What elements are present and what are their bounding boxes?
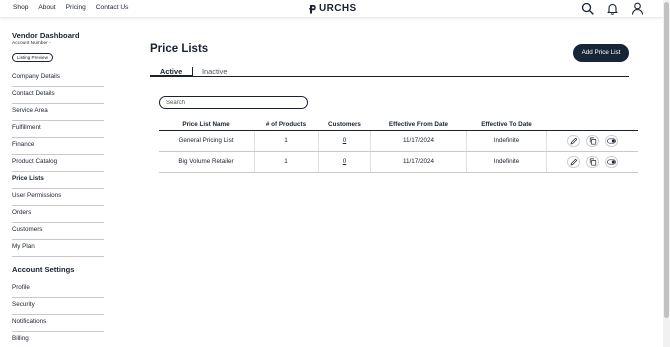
logo-mark-icon (309, 4, 318, 14)
page-title: Price Lists (150, 43, 209, 55)
duplicate-icon[interactable] (586, 156, 599, 168)
sidebar-item-service-area[interactable]: Service Area (12, 104, 104, 121)
search-icon[interactable] (581, 2, 594, 15)
user-icon[interactable] (631, 2, 644, 15)
active-tab-indicator (150, 75, 192, 77)
sidebar-menu: Company Details Contact Details Service … (12, 70, 104, 257)
logo-text: URCHS (319, 3, 357, 14)
scrollbar-thumb[interactable] (664, 2, 669, 318)
cell-effective-to: Indefinite (493, 137, 520, 144)
column-header-customers: Customers (328, 121, 361, 128)
cell-price-list-name: General Pricing List (178, 137, 234, 144)
sidebar-item-finance[interactable]: Finance (12, 138, 104, 155)
cell-products: 1 (284, 137, 288, 144)
brand-logo[interactable]: URCHS (309, 3, 357, 14)
column-header-price-list-name: Price List Name (182, 121, 230, 128)
nav-link-contact-us[interactable]: Contact Us (96, 4, 129, 11)
page-scrollbar[interactable] (663, 0, 670, 347)
toggle-icon[interactable] (605, 156, 618, 168)
status-tabs: Active Inactive (150, 67, 629, 77)
sidebar-item-company-details[interactable]: Company Details (12, 70, 104, 87)
tab-divider (192, 67, 193, 76)
account-number: Account Number - (12, 41, 51, 46)
account-settings-heading: Account Settings (12, 265, 75, 274)
table-row: General Pricing List 1 0 11/17/2024 Inde… (159, 131, 638, 152)
sidebar-item-billing[interactable]: Billing (12, 332, 104, 347)
toggle-icon[interactable] (605, 135, 618, 147)
vendor-dashboard-title: Vendor Dashboard (12, 31, 80, 40)
sidebar-item-my-plan[interactable]: My Plan (12, 240, 104, 257)
cell-products: 1 (284, 158, 288, 165)
edit-icon[interactable] (567, 135, 580, 147)
nav-link-pricing[interactable]: Pricing (66, 4, 86, 11)
column-header-effective-from: Effective From Date (388, 121, 449, 128)
cell-effective-to: Indefinite (493, 158, 520, 165)
table-header: Price List Name # of Products Customers … (159, 119, 638, 131)
column-divider (546, 131, 547, 151)
sidebar: Vendor Dashboard Account Number - Listin… (12, 31, 104, 347)
cell-customers-link[interactable]: 0 (319, 131, 370, 151)
sidebar-item-profile[interactable]: Profile (12, 281, 104, 298)
nav-links: Shop About Pricing Contact Us (13, 4, 128, 11)
tab-inactive[interactable]: Inactive (202, 67, 227, 76)
cell-price-list-name: Big Volume Retailer (178, 158, 234, 165)
cell-customers-link[interactable]: 0 (319, 152, 370, 172)
sidebar-item-fulfillment[interactable]: Fulfillment (12, 121, 104, 138)
table-row: Big Volume Retailer 1 0 11/17/2024 Indef… (159, 152, 638, 173)
column-header-effective-to: Effective To Date (481, 121, 532, 128)
nav-link-shop[interactable]: Shop (13, 4, 28, 11)
bell-icon[interactable] (606, 2, 619, 15)
sidebar-item-orders[interactable]: Orders (12, 206, 104, 223)
row-actions (567, 156, 618, 168)
sidebar-item-customers[interactable]: Customers (12, 223, 104, 240)
sidebar-item-user-permissions[interactable]: User Permissions (12, 189, 104, 206)
sidebar-item-price-lists[interactable]: Price Lists (12, 172, 104, 189)
add-price-list-button[interactable]: Add Price List (573, 44, 629, 62)
nav-link-about[interactable]: About (38, 4, 55, 11)
sidebar-item-product-catalog[interactable]: Product Catalog (12, 155, 104, 172)
listing-preview-button[interactable]: Listing Preview (12, 53, 53, 62)
column-divider (546, 152, 547, 172)
sidebar-item-security[interactable]: Security (12, 298, 104, 315)
cell-effective-from: 11/17/2024 (402, 137, 435, 144)
account-settings-menu: Profile Security Notifications Billing (12, 281, 104, 347)
duplicate-icon[interactable] (586, 135, 599, 147)
price-lists-table: Price List Name # of Products Customers … (159, 119, 638, 173)
row-actions (567, 135, 618, 147)
top-navbar: Shop About Pricing Contact Us URCHS (0, 0, 670, 17)
sidebar-item-contact-details[interactable]: Contact Details (12, 87, 104, 104)
cell-effective-from: 11/17/2024 (402, 158, 435, 165)
sidebar-item-notifications[interactable]: Notifications (12, 315, 104, 332)
edit-icon[interactable] (567, 156, 580, 168)
search-input[interactable] (159, 96, 308, 109)
column-header-products: # of Products (265, 121, 307, 128)
